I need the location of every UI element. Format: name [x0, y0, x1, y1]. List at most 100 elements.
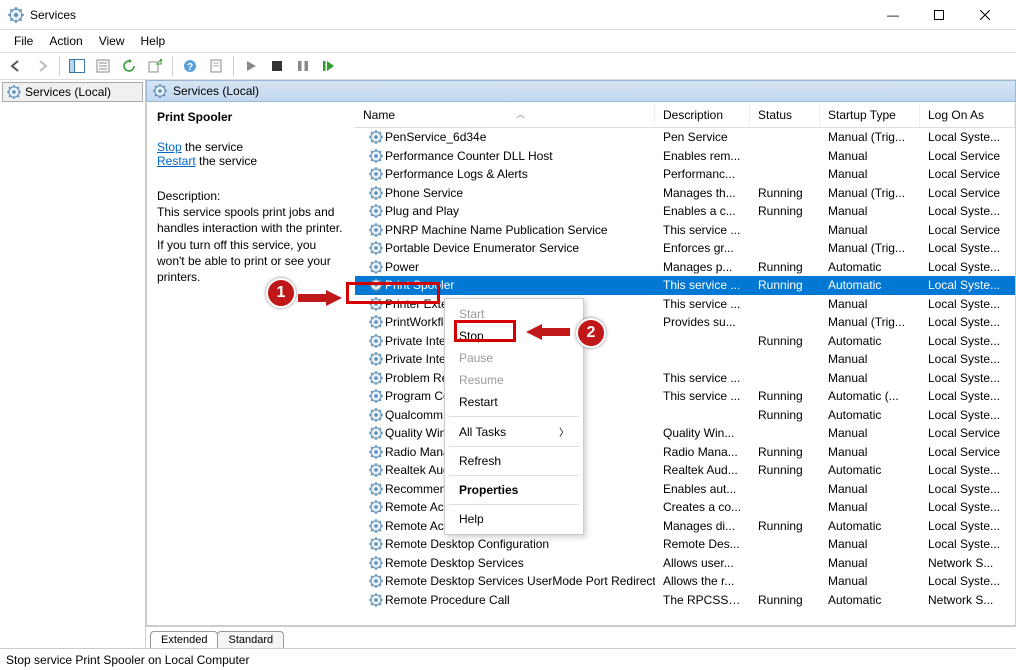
gear-icon	[369, 352, 383, 366]
table-row[interactable]: Performance Logs & AlertsPerformanc...Ma…	[355, 165, 1015, 184]
panel-icon	[69, 59, 85, 73]
restart-svc-button[interactable]	[317, 54, 341, 78]
cell-description: Manages th...	[655, 186, 750, 200]
cell-startup: Manual	[820, 482, 920, 496]
tab-standard[interactable]: Standard	[217, 631, 284, 648]
cell-logon: Local Syste...	[920, 130, 1015, 144]
minimize-button[interactable]: —	[870, 0, 916, 30]
help2-button[interactable]	[204, 54, 228, 78]
maximize-button[interactable]	[916, 0, 962, 30]
cell-logon: Local Syste...	[920, 482, 1015, 496]
refresh-button[interactable]	[117, 54, 141, 78]
start-svc-button[interactable]	[239, 54, 263, 78]
cell-name: PNRP Machine Name Publication Service	[385, 223, 608, 237]
cell-logon: Local Syste...	[920, 463, 1015, 477]
col-description[interactable]: Description	[655, 104, 750, 126]
details-panel: Print Spooler Stop the service Restart t…	[147, 102, 355, 625]
panel-header: Services (Local)	[146, 80, 1016, 102]
gear-icon	[369, 519, 383, 533]
cell-startup: Manual (Trig...	[820, 241, 920, 255]
pause-svc-button[interactable]	[291, 54, 315, 78]
show-hide-button[interactable]	[65, 54, 89, 78]
cell-startup: Manual	[820, 149, 920, 163]
cell-status: Running	[750, 389, 820, 403]
pause-icon	[298, 61, 308, 71]
forward-button[interactable]	[30, 54, 54, 78]
properties-button[interactable]	[91, 54, 115, 78]
cell-startup: Automatic	[820, 260, 920, 274]
col-logon[interactable]: Log On As	[920, 104, 1015, 126]
cell-name: PrintWorkflo	[385, 315, 450, 329]
table-row[interactable]: PNRP Machine Name Publication Service Thi…	[355, 221, 1015, 240]
tab-extended[interactable]: Extended	[150, 631, 218, 648]
window-title: Services	[30, 8, 870, 22]
table-row[interactable]: Remote Desktop ServicesAllows user...Man…	[355, 554, 1015, 573]
table-row[interactable]: PowerManages p...RunningAutomaticLocal S…	[355, 258, 1015, 277]
cell-startup: Automatic	[820, 408, 920, 422]
menu-action[interactable]: Action	[41, 32, 90, 50]
sort-indicator-icon: ︿	[517, 109, 525, 120]
statusbar: Stop service Print Spooler on Local Comp…	[0, 648, 1016, 670]
table-row[interactable]: Remote Procedure CallThe RPCSS s...Runni…	[355, 591, 1015, 610]
close-button[interactable]	[962, 0, 1008, 30]
cell-status: Running	[750, 463, 820, 477]
ctx-refresh[interactable]: Refresh	[445, 450, 583, 472]
gear-icon	[369, 204, 383, 218]
cell-status: Running	[750, 260, 820, 274]
back-button[interactable]	[4, 54, 28, 78]
gear-icon	[369, 241, 383, 255]
table-row[interactable]: Remote Desktop Services UserMode Port Re…	[355, 572, 1015, 591]
cell-logon: Local Syste...	[920, 574, 1015, 588]
cell-status: Running	[750, 334, 820, 348]
ctx-restart[interactable]: Restart	[445, 391, 583, 413]
table-row[interactable]: Portable Device Enumerator ServiceEnforc…	[355, 239, 1015, 258]
cell-logon: Local Syste...	[920, 537, 1015, 551]
cell-startup: Manual	[820, 500, 920, 514]
ctx-properties[interactable]: Properties	[445, 479, 583, 501]
col-status[interactable]: Status	[750, 104, 820, 126]
stop-link[interactable]: Stop	[157, 140, 182, 154]
table-row[interactable]: PenService_6d34ePen ServiceManual (Trig.…	[355, 128, 1015, 147]
chevron-right-icon: 〉	[559, 424, 569, 439]
col-name[interactable]: Name︿	[355, 104, 655, 126]
gear-icon	[369, 500, 383, 514]
cell-name: Remote Desktop Configuration	[385, 537, 549, 551]
gear-icon	[369, 260, 383, 274]
cell-status: Running	[750, 204, 820, 218]
table-row[interactable]: Print SpoolerThis service ...RunningAuto…	[355, 276, 1015, 295]
cell-description: Enforces gr...	[655, 241, 750, 255]
cell-logon: Local Syste...	[920, 500, 1015, 514]
menu-help[interactable]: Help	[133, 32, 174, 50]
ctx-help[interactable]: Help	[445, 508, 583, 530]
table-row[interactable]: Phone ServiceManages th...RunningManual …	[355, 184, 1015, 203]
table-row[interactable]: Remote Desktop ConfigurationRemote Des..…	[355, 535, 1015, 554]
gear-icon	[369, 371, 383, 385]
cell-startup: Manual	[820, 371, 920, 385]
gear-icon	[369, 186, 383, 200]
table-row[interactable]: Performance Counter DLL HostEnables rem.…	[355, 147, 1015, 166]
gear-icon	[369, 167, 383, 181]
col-startup[interactable]: Startup Type	[820, 104, 920, 126]
help-button[interactable]: ?	[178, 54, 202, 78]
cell-description: Allows the r...	[655, 574, 750, 588]
ctx-stop[interactable]: Stop	[445, 325, 583, 347]
table-row[interactable]: Plug and PlayEnables a c...RunningManual…	[355, 202, 1015, 221]
menu-view[interactable]: View	[91, 32, 133, 50]
maximize-icon	[934, 10, 944, 20]
gear-icon	[369, 278, 383, 292]
export-button[interactable]	[143, 54, 167, 78]
cell-name: PenService_6d34e	[385, 130, 486, 144]
tabs-bar: Extended Standard	[146, 626, 1016, 648]
menu-file[interactable]: File	[6, 32, 41, 50]
cell-description: This service ...	[655, 223, 750, 237]
titlebar: Services —	[0, 0, 1016, 30]
gear-icon	[369, 334, 383, 348]
gear-icon	[369, 556, 383, 570]
tree-root-item[interactable]: Services (Local)	[2, 82, 143, 102]
cell-status: Running	[750, 408, 820, 422]
ctx-alltasks[interactable]: All Tasks〉	[445, 420, 583, 443]
cell-description: Enables aut...	[655, 482, 750, 496]
stop-svc-button[interactable]	[265, 54, 289, 78]
restart-link[interactable]: Restart	[157, 154, 196, 168]
gear-icon	[369, 315, 383, 329]
